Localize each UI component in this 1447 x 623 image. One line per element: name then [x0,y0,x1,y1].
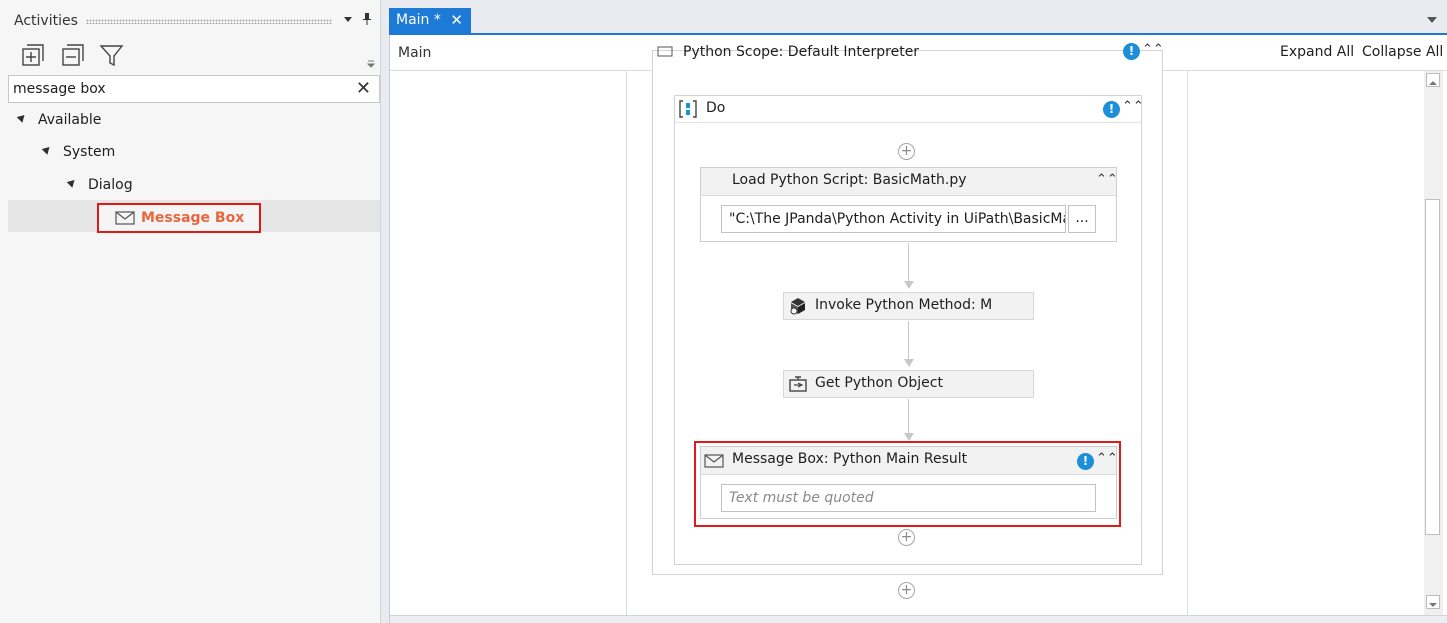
activities-panel-title: Activities [14,13,78,29]
warning-icon[interactable]: ! [1123,43,1140,60]
load-script-title: Load Python Script: BasicMath.py [732,172,967,188]
breadcrumb[interactable]: Main [398,45,431,61]
tree-item-message-box[interactable]: Message Box [97,203,261,233]
python-scope-title: Python Scope: Default Interpreter [683,44,920,60]
tree-label-dialog: Dialog [88,177,133,193]
canvas-guide-right [1187,71,1188,615]
connector-arrow-icon [904,281,914,289]
tab-main-label: Main * [396,12,441,28]
invoke-python-method-activity[interactable]: Invoke Python Method: Mai [783,292,1034,320]
get-python-object-activity[interactable]: Get Python Object [783,370,1034,398]
document-tabstrip: Main * ✕ [389,8,1447,34]
filter-icon[interactable] [99,43,125,69]
tree-label-system: System [63,144,116,160]
expand-all-icon[interactable] [19,43,45,69]
expand-all-link[interactable]: Expand All [1280,44,1354,60]
script-path-input[interactable]: "C:\The JPanda\Python Activity in UiPath… [721,205,1066,233]
invoke-method-icon [790,298,805,315]
connector-arrow-icon [904,359,914,367]
add-activity-icon[interactable]: + [898,143,915,160]
browse-button[interactable]: ... [1068,205,1096,233]
invoke-method-title: Invoke Python Method: Mai [815,297,993,313]
add-activity-icon[interactable]: + [898,529,915,546]
tree-label-available: Available [38,112,102,128]
do-header [675,96,1141,123]
collapse-chevron-icon[interactable]: ⌃⌃ [1096,172,1118,187]
vertical-scrollbar[interactable] [1424,71,1443,615]
do-label: Do [706,100,726,116]
expanded-triangle-icon[interactable] [66,177,78,188]
collapse-chevron-icon[interactable]: ⌃⌃ [1122,99,1144,114]
get-object-title: Get Python Object [815,375,943,391]
expanded-triangle-icon[interactable] [41,144,53,155]
load-python-script-activity[interactable]: Load Python Script: BasicMath.py ⌃⌃ "C:\… [700,167,1118,242]
tab-list-dropdown-icon[interactable] [1427,17,1437,23]
tree-label-message-box: Message Box [141,210,245,226]
search-value: message box [13,81,106,97]
activities-panel: Activities message box ✕ Available Syste… [0,0,381,623]
collapse-all-icon[interactable] [59,43,85,69]
panel-grip[interactable] [86,19,332,24]
connector-arrow-icon [904,433,914,441]
message-box-highlight [694,441,1121,527]
python-scope-icon [657,46,673,57]
clear-search-icon[interactable]: ✕ [356,78,371,99]
workflow-designer: Main Expand All Collapse All Python Scop… [389,35,1447,623]
warning-icon[interactable]: ! [1103,101,1120,118]
overflow-icon[interactable] [367,60,375,68]
close-tab-icon[interactable]: ✕ [450,11,463,29]
scroll-down-icon[interactable] [1426,595,1440,609]
collapse-all-link[interactable]: Collapse All [1362,44,1443,60]
envelope-icon [115,211,135,225]
scroll-thumb[interactable] [1425,199,1440,535]
add-activity-icon[interactable]: + [898,582,915,599]
sequence-icon [679,100,697,118]
panel-dropdown-icon[interactable] [343,14,353,27]
get-object-icon [789,376,807,392]
pin-icon[interactable] [362,12,372,29]
canvas-guide-left [626,71,627,615]
activities-search-input[interactable]: message box ✕ [8,75,380,103]
scroll-up-icon[interactable] [1426,73,1440,87]
bottom-bar [390,615,1447,623]
tab-main[interactable]: Main * ✕ [389,8,471,34]
expanded-triangle-icon[interactable] [16,112,28,123]
collapse-chevron-icon[interactable]: ⌃⌃ [1142,42,1164,57]
